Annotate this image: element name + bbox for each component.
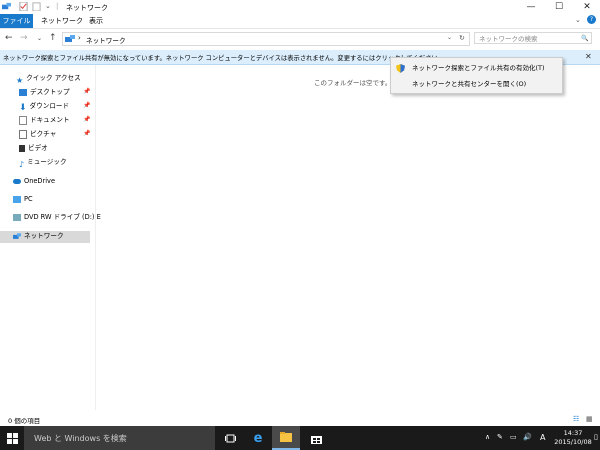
nav-item-documents[interactable]: ドキュメント xyxy=(19,115,70,126)
tab-network[interactable]: ネットワーク xyxy=(41,14,83,28)
clock-time: 14:37 xyxy=(563,429,583,437)
navigation-pane: ★ クイック アクセス デスクトップ 📌 ⬇ ダウンロード 📌 ドキュメント 📌 ピ… xyxy=(0,65,101,410)
close-button[interactable]: ✕ xyxy=(574,0,600,14)
pin-icon[interactable]: 📌 xyxy=(83,102,90,109)
large-icons-view-icon[interactable]: ▦ xyxy=(586,415,593,423)
search-icon: 🔍 xyxy=(581,35,589,42)
info-bar-close-icon[interactable]: ✕ xyxy=(585,52,592,61)
details-view-icon[interactable]: ☷ xyxy=(573,415,579,423)
info-bar-message[interactable]: ネットワーク探索とファイル共有が無効になっています。ネットワーク コンピューター… xyxy=(3,53,444,62)
document-icon xyxy=(19,115,27,125)
minimize-button[interactable]: — xyxy=(518,0,544,14)
edge-button[interactable]: e xyxy=(244,426,272,450)
new-folder-icon[interactable] xyxy=(32,2,41,11)
nav-item-pc[interactable]: PC xyxy=(13,194,33,205)
pen-icon[interactable]: ✎ xyxy=(497,433,503,441)
pictures-icon xyxy=(19,129,27,139)
network-status-icon[interactable]: ▭ xyxy=(510,433,517,441)
network-icon xyxy=(65,35,75,42)
nav-item-downloads[interactable]: ⬇ ダウンロード xyxy=(19,101,69,113)
task-view-button[interactable] xyxy=(216,426,244,450)
refresh-icon[interactable]: ↻ xyxy=(459,34,465,42)
back-arrow-icon[interactable]: ← xyxy=(5,33,13,43)
pin-icon[interactable]: 📌 xyxy=(83,116,90,123)
network-icon xyxy=(13,232,21,239)
taskbar-search-input[interactable]: Web と Windows を検索 xyxy=(24,426,215,450)
shield-icon xyxy=(396,64,405,73)
up-arrow-icon[interactable]: ↑ xyxy=(49,33,57,43)
cloud-icon xyxy=(13,178,21,184)
desktop-icon xyxy=(19,88,27,96)
forward-arrow-icon[interactable]: → xyxy=(20,33,28,43)
store-button[interactable] xyxy=(302,426,330,450)
clock-date: 2015/10/08 xyxy=(554,438,592,446)
item-count: 0 個の項目 xyxy=(8,417,41,425)
address-location[interactable]: ネットワーク xyxy=(86,35,126,45)
clock[interactable]: 14:37 2015/10/08 xyxy=(553,429,593,447)
address-bar[interactable]: › ネットワーク ⌄ ↻ xyxy=(62,32,470,46)
dvd-icon xyxy=(13,213,21,221)
help-icon[interactable]: ? xyxy=(587,15,596,24)
menu-item-enable-discovery[interactable]: ネットワーク探索とファイル共有の有効化(T) xyxy=(391,61,562,75)
tab-view[interactable]: 表示 xyxy=(89,14,103,28)
start-button[interactable] xyxy=(0,426,24,450)
nav-item-quick-access[interactable]: ★ クイック アクセス xyxy=(16,73,81,85)
show-hidden-icons-icon[interactable]: ∧ xyxy=(485,433,490,441)
window-title: ネットワーク xyxy=(66,4,108,12)
star-icon: ★ xyxy=(16,75,24,85)
file-explorer-button[interactable] xyxy=(272,426,300,450)
store-icon xyxy=(310,435,322,444)
nav-item-pictures[interactable]: ピクチャ xyxy=(19,129,56,140)
nav-item-music[interactable]: ♪ ミュージック xyxy=(19,157,67,169)
address-row: ← → ⌄ ↑ › ネットワーク ⌄ ↻ ネットワークの検索 🔍 xyxy=(0,30,600,47)
folder-icon xyxy=(280,432,292,442)
context-menu: ネットワーク探索とファイル共有の有効化(T) ネットワークと共有センターを開く(… xyxy=(390,57,563,94)
maximize-button[interactable]: ☐ xyxy=(546,0,572,14)
edge-icon: e xyxy=(253,430,263,446)
status-bar: 0 個の項目 ☷ ▦ xyxy=(0,412,600,426)
tab-file[interactable]: ファイル xyxy=(0,14,33,28)
title-separator: | xyxy=(56,2,59,10)
title-bar: ⌄ | ネットワーク — ☐ ✕ xyxy=(0,0,600,14)
search-placeholder: ネットワークの検索 xyxy=(479,35,538,43)
download-icon: ⬇ xyxy=(19,102,27,113)
music-icon: ♪ xyxy=(19,159,25,169)
nav-item-network[interactable]: ネットワーク xyxy=(0,231,90,243)
quick-access-dropdown-icon[interactable]: ⌄ xyxy=(45,2,51,10)
volume-icon[interactable]: 🔊 xyxy=(523,433,532,441)
ribbon-tabs: ファイル ネットワーク 表示 ⌄ ? xyxy=(0,14,600,29)
task-view-icon xyxy=(224,434,236,442)
pc-icon xyxy=(13,195,21,203)
nav-item-desktop[interactable]: デスクトップ xyxy=(19,87,70,98)
nav-item-onedrive[interactable]: OneDrive xyxy=(13,176,55,187)
video-icon xyxy=(19,144,25,152)
taskbar: Web と Windows を検索 e ∧ ✎ ▭ 🔊 A 14:37 2015… xyxy=(0,426,600,450)
properties-icon[interactable] xyxy=(19,2,28,11)
notifications-icon[interactable]: ▯ xyxy=(594,433,598,441)
search-input[interactable]: ネットワークの検索 🔍 xyxy=(474,32,592,44)
menu-item-open-sharing-center[interactable]: ネットワークと共有センターを開く(O) xyxy=(391,77,562,91)
empty-folder-message: このフォルダーは空です。 xyxy=(314,79,392,87)
ime-indicator[interactable]: A xyxy=(540,433,545,442)
pin-icon[interactable]: 📌 xyxy=(83,130,90,137)
windows-logo-icon xyxy=(6,432,18,444)
nav-item-videos[interactable]: ビデオ xyxy=(19,143,48,154)
taskbar-search-placeholder: Web と Windows を検索 xyxy=(34,434,127,443)
nav-item-dvd-drive[interactable]: DVD RW ドライブ (D:) E xyxy=(13,212,101,223)
network-icon xyxy=(2,2,11,10)
path-separator: › xyxy=(78,34,81,42)
address-dropdown-icon[interactable]: ⌄ xyxy=(447,34,452,41)
ribbon-expand-icon[interactable]: ⌄ xyxy=(575,16,581,24)
pin-icon[interactable]: 📌 xyxy=(83,88,90,95)
recent-dropdown-icon[interactable]: ⌄ xyxy=(37,35,42,42)
